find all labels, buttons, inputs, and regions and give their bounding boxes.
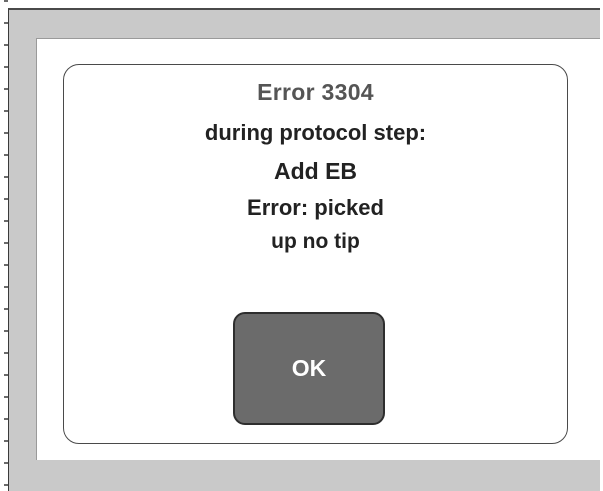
ok-button-label: OK bbox=[291, 355, 327, 381]
error-title: Error 3304 bbox=[257, 79, 374, 105]
error-context-line: during protocol step: bbox=[204, 120, 427, 145]
error-step-name: Add EB bbox=[273, 158, 358, 184]
error-message-line2: up no tip bbox=[271, 230, 360, 253]
ok-button[interactable]: OK bbox=[233, 312, 385, 425]
screen: Error 3304 during protocol step: Add EB … bbox=[0, 0, 603, 491]
error-message-line1: Error: picked bbox=[247, 195, 384, 220]
error-dialog: Error 3304 during protocol step: Add EB … bbox=[63, 64, 568, 444]
